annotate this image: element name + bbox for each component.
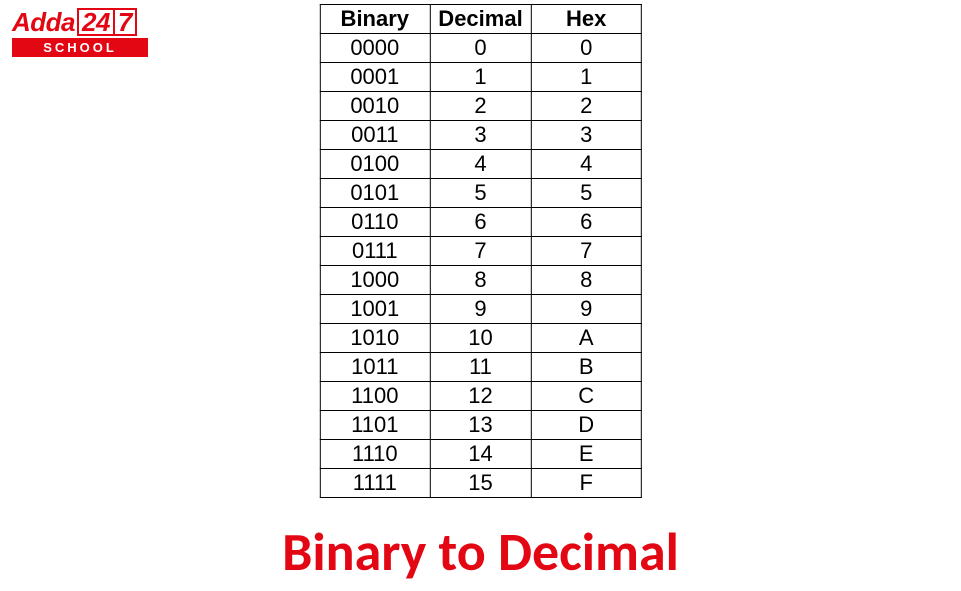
- table-row: 100088: [320, 266, 641, 295]
- cell-binary: 0100: [320, 150, 430, 179]
- cell-binary: 0010: [320, 92, 430, 121]
- cell-hex: 9: [531, 295, 641, 324]
- table-row: 100199: [320, 295, 641, 324]
- cell-decimal: 0: [430, 34, 531, 63]
- cell-hex: A: [531, 324, 641, 353]
- cell-binary: 1000: [320, 266, 430, 295]
- cell-hex: 2: [531, 92, 641, 121]
- table-row: 101010A: [320, 324, 641, 353]
- cell-hex: 7: [531, 237, 641, 266]
- brand-logo-top: Adda 24 7: [12, 8, 152, 36]
- header-hex: Hex: [531, 5, 641, 34]
- cell-hex: 0: [531, 34, 641, 63]
- cell-decimal: 2: [430, 92, 531, 121]
- brand-logo: Adda 24 7 SCHOOL: [12, 8, 152, 57]
- table-row: 101111B: [320, 353, 641, 382]
- table-row: 010044: [320, 150, 641, 179]
- cell-decimal: 4: [430, 150, 531, 179]
- brand-number-right: 7: [115, 9, 132, 35]
- cell-decimal: 5: [430, 179, 531, 208]
- cell-hex: B: [531, 353, 641, 382]
- cell-hex: D: [531, 411, 641, 440]
- cell-hex: 3: [531, 121, 641, 150]
- cell-binary: 0111: [320, 237, 430, 266]
- brand-subline: SCHOOL: [12, 38, 148, 57]
- cell-binary: 0110: [320, 208, 430, 237]
- cell-binary: 0011: [320, 121, 430, 150]
- table-row: 110012C: [320, 382, 641, 411]
- conversion-table-wrap: Binary Decimal Hex 000000000111001022001…: [319, 4, 641, 498]
- cell-decimal: 15: [430, 469, 531, 498]
- table-row: 001022: [320, 92, 641, 121]
- brand-name: Adda: [12, 9, 75, 35]
- page-title: Binary to Decimal: [0, 519, 961, 585]
- cell-binary: 0001: [320, 63, 430, 92]
- cell-hex: 6: [531, 208, 641, 237]
- cell-binary: 1101: [320, 411, 430, 440]
- conversion-table: Binary Decimal Hex 000000000111001022001…: [319, 4, 641, 498]
- cell-decimal: 13: [430, 411, 531, 440]
- table-row: 110113D: [320, 411, 641, 440]
- cell-binary: 0000: [320, 34, 430, 63]
- cell-hex: 1: [531, 63, 641, 92]
- cell-binary: 0101: [320, 179, 430, 208]
- cell-binary: 1010: [320, 324, 430, 353]
- table-row: 111014E: [320, 440, 641, 469]
- cell-hex: 4: [531, 150, 641, 179]
- table-row: 011177: [320, 237, 641, 266]
- cell-hex: 5: [531, 179, 641, 208]
- table-row: 000111: [320, 63, 641, 92]
- cell-binary: 1100: [320, 382, 430, 411]
- cell-decimal: 14: [430, 440, 531, 469]
- brand-number-box: 24 7: [77, 8, 137, 36]
- cell-decimal: 11: [430, 353, 531, 382]
- cell-hex: F: [531, 469, 641, 498]
- cell-decimal: 10: [430, 324, 531, 353]
- cell-decimal: 12: [430, 382, 531, 411]
- cell-decimal: 3: [430, 121, 531, 150]
- cell-binary: 1011: [320, 353, 430, 382]
- table-row: 000000: [320, 34, 641, 63]
- cell-hex: C: [531, 382, 641, 411]
- table-row: 001133: [320, 121, 641, 150]
- header-binary: Binary: [320, 5, 430, 34]
- cell-binary: 1001: [320, 295, 430, 324]
- cell-decimal: 1: [430, 63, 531, 92]
- table-row: 111115F: [320, 469, 641, 498]
- cell-binary: 1110: [320, 440, 430, 469]
- header-decimal: Decimal: [430, 5, 531, 34]
- cell-decimal: 7: [430, 237, 531, 266]
- cell-decimal: 6: [430, 208, 531, 237]
- cell-decimal: 8: [430, 266, 531, 295]
- table-row: 011066: [320, 208, 641, 237]
- cell-hex: E: [531, 440, 641, 469]
- table-row: 010155: [320, 179, 641, 208]
- cell-binary: 1111: [320, 469, 430, 498]
- cell-decimal: 9: [430, 295, 531, 324]
- brand-number-left: 24: [82, 9, 115, 35]
- cell-hex: 8: [531, 266, 641, 295]
- table-header-row: Binary Decimal Hex: [320, 5, 641, 34]
